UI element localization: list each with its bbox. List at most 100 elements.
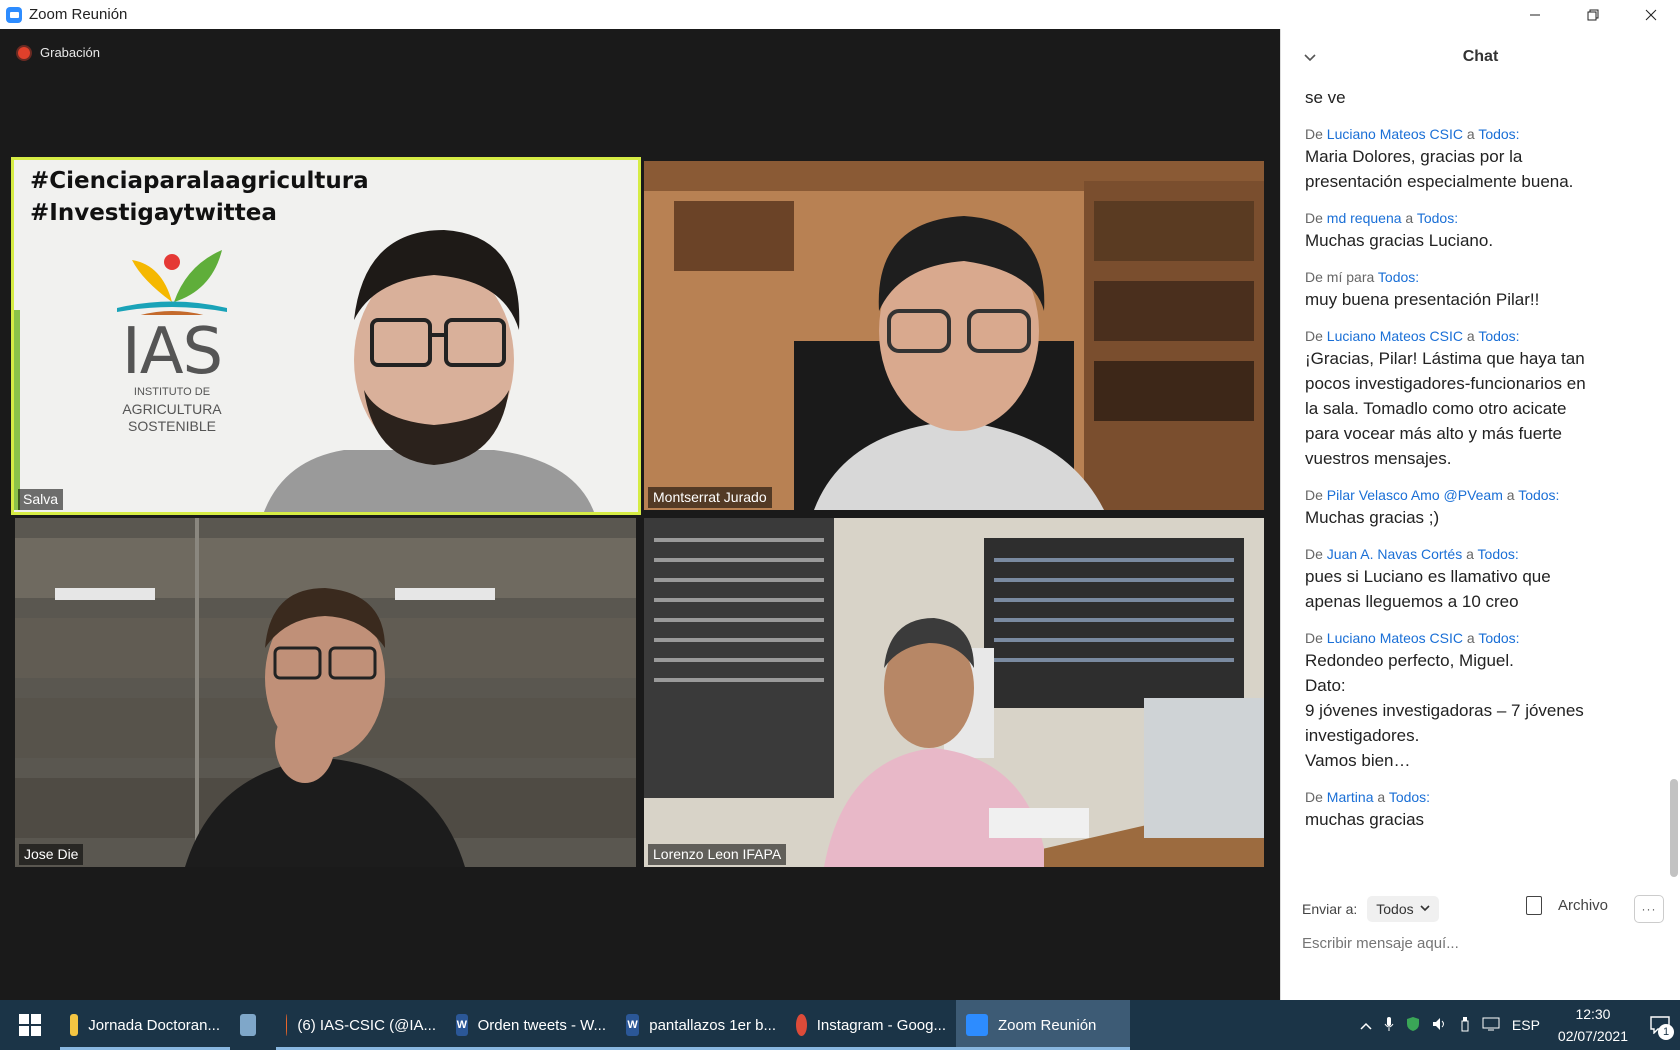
- chevron-up-icon[interactable]: [1360, 1017, 1372, 1033]
- participant-name: Salva: [18, 489, 64, 510]
- more-options-button[interactable]: ···: [1634, 895, 1664, 923]
- chat-message: De md requena a Todos: Muchas gracias Luc…: [1305, 208, 1645, 253]
- usb-device-icon[interactable]: [1460, 1016, 1470, 1035]
- chat-message: De Luciano Mateos CSIC a Todos: ¡Gracias,…: [1305, 326, 1645, 471]
- chat-from-prefix: De: [1305, 789, 1323, 805]
- security-shield-icon[interactable]: [1406, 1016, 1420, 1035]
- chat-message-text: vuestros mensajes.: [1305, 449, 1452, 468]
- chat-message: De Pilar Velasco Amo @PVeam a Todos: Much…: [1305, 485, 1645, 530]
- folder-icon: [70, 1014, 79, 1036]
- chat-message: De mí para Todos: muy buena presentación …: [1305, 267, 1645, 312]
- minimize-button[interactable]: [1506, 0, 1564, 29]
- participant-name: Montserrat Jurado: [648, 487, 772, 508]
- lorenzo-leon-video-feed: [644, 518, 1264, 867]
- restore-button[interactable]: [1564, 0, 1622, 29]
- chat-message-text: Vamos bien…: [1305, 751, 1411, 770]
- firefox-icon: [286, 1014, 288, 1036]
- microphone-icon[interactable]: [1384, 1016, 1394, 1035]
- send-to-label: Enviar a:: [1302, 901, 1358, 917]
- video-tile-salva[interactable]: #Cienciaparalaagricultura #Investigaytwi…: [11, 157, 641, 515]
- meeting-video-area: Grabación #Cienciaparalaagricultura #Inv…: [0, 29, 1280, 1000]
- chat-sender[interactable]: Luciano Mateos CSIC: [1327, 328, 1463, 344]
- chat-message: De Luciano Mateos CSIC a Todos: Maria Dol…: [1305, 124, 1645, 194]
- minimize-icon: [1530, 14, 1540, 15]
- chat-sender[interactable]: Luciano Mateos CSIC: [1327, 630, 1463, 646]
- chat-connector: a: [1466, 126, 1475, 142]
- chat-from-prefix: De: [1305, 546, 1323, 562]
- send-to-value: Todos: [1376, 901, 1414, 917]
- chat-connector: a: [1466, 328, 1475, 344]
- chat-sender[interactable]: Luciano Mateos CSIC: [1327, 126, 1463, 142]
- taskbar-app-4[interactable]: Wpantallazos 1er b...: [616, 1000, 786, 1050]
- file-button[interactable]: Archivo: [1526, 896, 1608, 915]
- chat-recipient[interactable]: Todos:: [1417, 210, 1458, 226]
- video-tile-jose-die[interactable]: Jose Die: [15, 518, 636, 867]
- taskbar-app-6[interactable]: Zoom Reunión: [956, 1000, 1130, 1050]
- chat-recipient[interactable]: Todos:: [1478, 126, 1519, 142]
- chat-footer: Enviar a: Todos Archivo ···: [1281, 875, 1680, 1000]
- notifications-button[interactable]: 1: [1640, 1000, 1680, 1050]
- chat-message: De Juan A. Navas Cortés a Todos: pues si …: [1305, 544, 1645, 614]
- chat-connector: para: [1346, 269, 1375, 285]
- chat-recipient[interactable]: Todos:: [1478, 328, 1519, 344]
- chat-message-text: Dato:: [1305, 676, 1346, 695]
- taskbar-app-label: Orden tweets - W...: [477, 1016, 606, 1034]
- chat-sender[interactable]: Pilar Velasco Amo @PVeam: [1327, 487, 1503, 503]
- chat-recipient[interactable]: Todos:: [1518, 487, 1559, 503]
- clock[interactable]: 12:30 02/07/2021: [1558, 1003, 1628, 1047]
- chat-from-prefix: De: [1305, 269, 1323, 285]
- chat-message-list[interactable]: se ve De Luciano Mateos CSIC a Todos: Mari…: [1305, 85, 1645, 885]
- notification-count: 1: [1658, 1024, 1674, 1040]
- chat-scrollbar[interactable]: [1670, 779, 1678, 877]
- close-button[interactable]: [1622, 0, 1680, 29]
- restore-icon: [1587, 9, 1599, 20]
- chat-sender[interactable]: Martina: [1327, 789, 1374, 805]
- jose-die-video-feed: [15, 518, 636, 867]
- hashtag-ciencia: #Cienciaparalaagricultura: [30, 168, 369, 194]
- chevron-down-icon[interactable]: [1304, 49, 1316, 65]
- chat-from-prefix: De: [1305, 210, 1323, 226]
- word-icon: W: [626, 1014, 640, 1036]
- chat-message-text: Maria Dolores, gracias por la: [1305, 147, 1523, 166]
- taskbar-app-3[interactable]: W Orden tweets - W...: [446, 1000, 616, 1050]
- taskbar-app-5[interactable]: Instagram - Goog...: [786, 1000, 956, 1050]
- language-indicator[interactable]: ESP: [1512, 1017, 1540, 1033]
- video-tile-montserrat[interactable]: Montserrat Jurado: [644, 161, 1264, 510]
- chat-recipient[interactable]: Todos:: [1378, 269, 1419, 285]
- close-icon: [1645, 9, 1657, 20]
- taskbar-app-0[interactable]: Jornada Doctoran...: [60, 1000, 230, 1050]
- chat-header: Chat: [1281, 29, 1680, 85]
- chat-connector: a: [1466, 546, 1474, 562]
- taskbar-app-1[interactable]: [230, 1000, 276, 1050]
- chat-message-text: pues si Luciano es llamativo que: [1305, 567, 1551, 586]
- chat-recipient[interactable]: Todos:: [1478, 546, 1519, 562]
- volume-icon[interactable]: [1432, 1017, 1448, 1034]
- taskbar-apps: Jornada Doctoran... (6) IAS-CSIC (@IA... W…: [60, 1000, 1130, 1050]
- network-icon[interactable]: [1482, 1017, 1500, 1034]
- chat-recipient[interactable]: Todos:: [1389, 789, 1430, 805]
- chat-sender[interactable]: md requena: [1327, 210, 1402, 226]
- hashtag-investiga: #Investigaytwittea: [30, 200, 277, 226]
- chat-from-prefix: De: [1305, 126, 1323, 142]
- chat-message-text: Redondeo perfecto, Miguel.: [1305, 651, 1514, 670]
- recording-indicator[interactable]: Grabación: [18, 45, 100, 60]
- start-button[interactable]: [0, 1000, 60, 1050]
- window-controls: [1506, 0, 1680, 29]
- video-tile-lorenzo-leon[interactable]: Lorenzo Leon IFAPA: [644, 518, 1264, 867]
- chat-message-text: Muchas gracias ;): [1305, 508, 1440, 527]
- send-to-select[interactable]: Todos: [1367, 896, 1439, 922]
- chat-message-text: muchas gracias: [1305, 810, 1425, 829]
- taskbar-app-label: (6) IAS-CSIC (@IA...: [297, 1016, 436, 1034]
- send-to-row: Enviar a: Todos: [1302, 896, 1439, 922]
- chat-sender[interactable]: Juan A. Navas Cortés: [1327, 546, 1462, 562]
- chat-message-text: la sala. Tomadlo como otro acicate: [1305, 399, 1567, 418]
- chat-title: Chat: [1462, 48, 1499, 65]
- chat-message-text: presentación especialmente buena.: [1305, 172, 1574, 191]
- recording-label: Grabación: [40, 45, 100, 60]
- chat-message-input[interactable]: [1302, 935, 1652, 952]
- chat-message-meta: De mí para Todos:: [1305, 267, 1645, 287]
- chat-connector: a: [1377, 789, 1386, 805]
- chat-recipient[interactable]: Todos:: [1478, 630, 1519, 646]
- chat-message-text: ¡Gracias, Pilar! Lástima que haya tan: [1305, 349, 1585, 368]
- taskbar-app-2[interactable]: (6) IAS-CSIC (@IA...: [276, 1000, 446, 1050]
